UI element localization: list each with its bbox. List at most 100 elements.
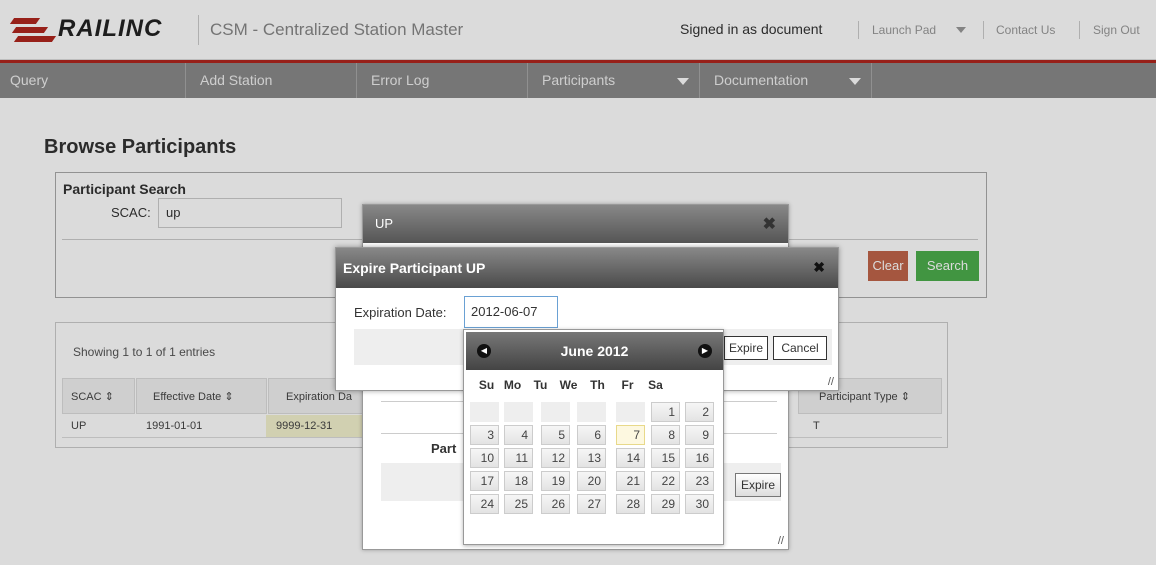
calendar-day[interactable]: 17 (470, 471, 499, 491)
column-label: Effective Date (153, 391, 222, 403)
day-of-week-label: We (559, 378, 578, 392)
expire-button[interactable]: Expire (735, 473, 781, 497)
nav-label: Participants (542, 72, 616, 88)
calendar-day[interactable]: 15 (651, 448, 680, 468)
chevron-down-icon (849, 78, 861, 85)
next-month-icon[interactable]: ▶ (698, 344, 712, 358)
calendar-day[interactable]: 25 (504, 494, 533, 514)
calendar-day[interactable]: 28 (616, 494, 645, 514)
calendar-day[interactable]: 10 (470, 448, 499, 468)
participant-label: Part (431, 441, 457, 456)
calendar-day[interactable]: 20 (577, 471, 606, 491)
search-button[interactable]: Search (916, 251, 979, 281)
day-of-week-label: Tu (533, 378, 548, 392)
expiration-date-input[interactable]: 2012-06-07 (464, 296, 558, 328)
nav-participants[interactable]: Participants (528, 63, 700, 98)
resize-handle-icon[interactable]: // (778, 535, 784, 547)
calendar-day[interactable]: 14 (616, 448, 645, 468)
calendar-day[interactable]: 7 (616, 425, 645, 445)
expire-button[interactable]: Expire (724, 336, 768, 360)
calendar-day[interactable]: 13 (577, 448, 606, 468)
calendar-day[interactable]: 18 (504, 471, 533, 491)
launch-pad-link[interactable]: Launch Pad (872, 23, 936, 37)
datepicker-header: ◀ June 2012 ▶ (466, 332, 723, 370)
calendar-day[interactable]: 29 (651, 494, 680, 514)
calendar-day[interactable]: 9 (685, 425, 714, 445)
column-header-scac[interactable]: SCAC ⇕ (62, 378, 135, 414)
day-of-week-label: Su (478, 378, 495, 392)
column-header-effective-date[interactable]: Effective Date ⇕ (136, 378, 267, 414)
calendar-day[interactable]: 3 (470, 425, 499, 445)
close-icon[interactable]: ✖ (763, 214, 776, 234)
calendar-day[interactable]: 6 (577, 425, 606, 445)
calendar-day[interactable]: 2 (685, 402, 714, 422)
column-label: Participant Type (819, 391, 898, 403)
nav-query[interactable]: Query (0, 63, 186, 98)
signed-in-text: Signed in as document (680, 21, 823, 37)
nav-add-station[interactable]: Add Station (186, 63, 357, 98)
nav-documentation[interactable]: Documentation (700, 63, 872, 98)
contact-us-link[interactable]: Contact Us (996, 23, 1055, 37)
calendar-empty-cell (504, 402, 533, 422)
calendar-day[interactable]: 5 (541, 425, 570, 445)
app-header: RAILINC CSM - Centralized Station Master… (0, 0, 1156, 60)
datepicker: ◀ June 2012 ▶ Su Mo Tu We Th Fr Sa 1 2 3 4 5 6 7 8 9 10 1… (463, 329, 724, 545)
scac-input[interactable]: up (158, 198, 342, 228)
cell-participant-type: T (813, 420, 820, 432)
logo-text: RAILINC (58, 15, 163, 42)
day-of-week-label: Mo (503, 378, 522, 392)
column-label: Expiration Da (286, 391, 353, 403)
cell-expiration-date: 9999-12-31 (266, 415, 366, 437)
dialog-title: Expire Participant UP (343, 260, 486, 276)
nav-label: Query (10, 72, 49, 88)
dialog-titlebar[interactable]: Expire Participant UP ✖ (336, 248, 838, 288)
calendar-day[interactable]: 4 (504, 425, 533, 445)
header-divider (983, 21, 984, 39)
day-of-week-label: Fr (621, 378, 634, 392)
calendar-day[interactable]: 22 (651, 471, 680, 491)
showing-entries: Showing 1 to 1 of 1 entries (73, 345, 216, 359)
clear-button[interactable]: Clear (868, 251, 908, 281)
search-title: Participant Search (63, 181, 186, 197)
sort-icon: ⇕ (900, 391, 910, 403)
resize-handle-icon[interactable]: // (828, 376, 834, 388)
expiration-date-label: Expiration Date: (354, 305, 447, 320)
header-divider (858, 21, 859, 39)
calendar-empty-cell (470, 402, 499, 422)
calendar-day[interactable]: 30 (685, 494, 714, 514)
column-label: SCAC (71, 391, 102, 403)
calendar-day[interactable]: 11 (504, 448, 533, 468)
page-title: Browse Participants (44, 136, 237, 158)
calendar-day[interactable]: 19 (541, 471, 570, 491)
scac-label: SCAC: (111, 205, 151, 220)
railinc-logo[interactable]: RAILINC (9, 14, 163, 44)
nav-label: Error Log (371, 72, 430, 88)
nav-error-log[interactable]: Error Log (357, 63, 528, 98)
calendar-day[interactable]: 12 (541, 448, 570, 468)
calendar-empty-cell (616, 402, 645, 422)
calendar-day[interactable]: 1 (651, 402, 680, 422)
dialog-titlebar[interactable]: UP ✖ (363, 205, 788, 243)
calendar-day[interactable]: 16 (685, 448, 714, 468)
main-nav: Query Add Station Error Log Participants… (0, 60, 1156, 98)
calendar-day[interactable]: 21 (616, 471, 645, 491)
calendar-day[interactable]: 23 (685, 471, 714, 491)
calendar-empty-cell (541, 402, 570, 422)
day-of-week-label: Sa (648, 378, 663, 392)
day-of-week-label: Th (590, 378, 605, 392)
sign-out-link[interactable]: Sign Out (1093, 23, 1140, 37)
calendar-day[interactable]: 24 (470, 494, 499, 514)
sort-icon: ⇕ (104, 391, 114, 403)
cancel-button[interactable]: Cancel (773, 336, 827, 360)
launch-pad-caret-icon[interactable] (956, 27, 966, 33)
railinc-logo-icon (9, 14, 57, 44)
calendar-day[interactable]: 8 (651, 425, 680, 445)
nav-label: Documentation (714, 72, 809, 88)
sort-icon: ⇕ (224, 391, 234, 403)
calendar-day[interactable]: 27 (577, 494, 606, 514)
nav-label: Add Station (200, 72, 273, 88)
close-icon[interactable]: ✖ (813, 259, 825, 276)
calendar-day[interactable]: 26 (541, 494, 570, 514)
datepicker-month-title: June 2012 (560, 343, 629, 359)
app-title: CSM - Centralized Station Master (210, 20, 464, 39)
